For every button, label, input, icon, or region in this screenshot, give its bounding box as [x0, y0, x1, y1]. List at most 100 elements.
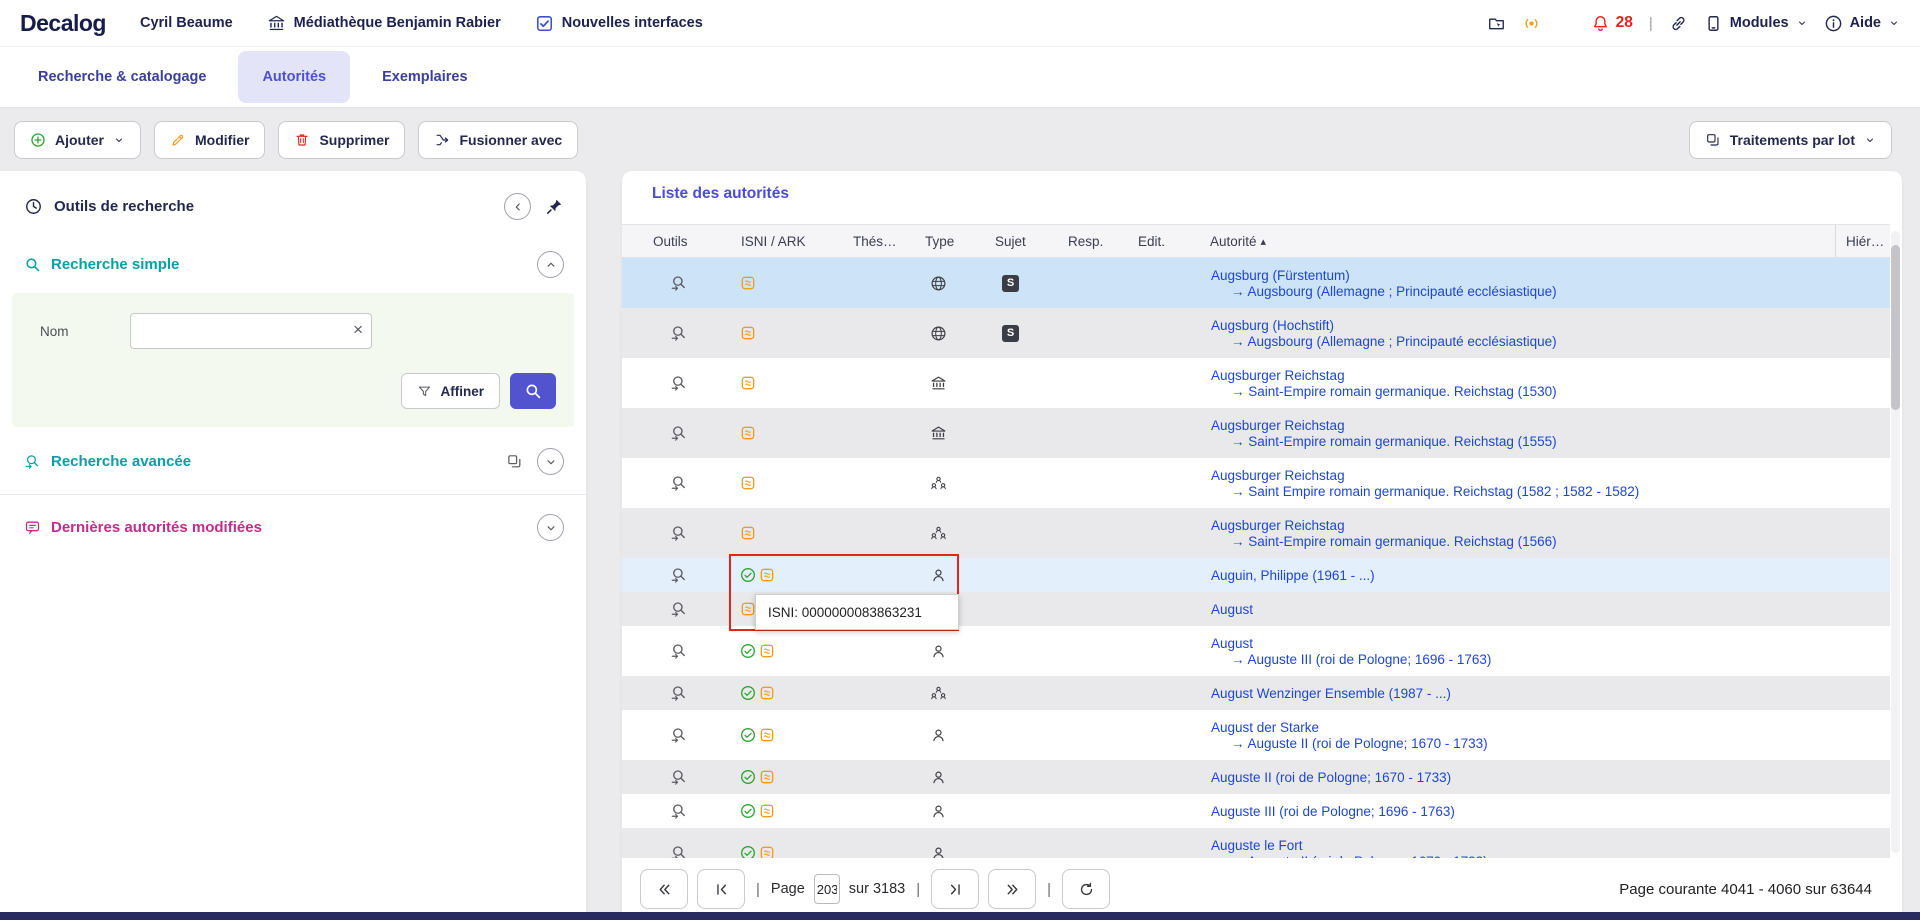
name-input[interactable] — [130, 313, 372, 349]
authority-link[interactable]: Augsburg (Hochstift) — [1211, 318, 1334, 333]
expand-section-button[interactable] — [537, 448, 564, 475]
tab-recherche-catalogage[interactable]: Recherche & catalogage — [14, 51, 230, 103]
ark-icon[interactable] — [759, 643, 775, 659]
ark-icon[interactable] — [759, 567, 775, 583]
authority-link[interactable]: Auguste III (roi de Pologne; 1696 - 1763… — [1211, 804, 1455, 819]
pin-icon[interactable] — [545, 197, 564, 216]
col-autorite[interactable]: Autorité ▴ — [1205, 225, 1835, 257]
isni-valid-icon[interactable] — [740, 769, 756, 785]
table-row[interactable]: S Augsburg (Hochstift) → Augsbourg (Alle… — [622, 308, 1890, 358]
col-isni-ark[interactable]: ISNI / ARK — [736, 225, 848, 257]
advanced-search-header[interactable]: Recherche avancée — [51, 453, 191, 470]
delete-button[interactable]: Supprimer — [278, 121, 405, 159]
authority-link[interactable]: August Wenzinger Ensemble (1987 - ...) — [1211, 686, 1451, 701]
authority-link[interactable]: Augsburger Reichstag — [1211, 368, 1345, 383]
ark-icon[interactable] — [759, 845, 775, 858]
search-bounce-icon[interactable] — [670, 726, 688, 744]
search-bounce-icon[interactable] — [670, 474, 688, 492]
authority-link[interactable]: Augsburger Reichstag — [1211, 468, 1345, 483]
authority-sublink[interactable]: → Auguste III (roi de Pologne; 1696 - 17… — [1231, 652, 1491, 667]
table-row[interactable]: Augsburger Reichstag → Saint Empire roma… — [622, 458, 1890, 508]
authority-link[interactable]: Auguin, Philippe (1961 - ...) — [1211, 568, 1375, 583]
table-row[interactable]: Auguin, Philippe (1961 - ...) — [622, 558, 1890, 592]
isni-valid-icon[interactable] — [740, 803, 756, 819]
collapse-panel-button[interactable] — [504, 193, 531, 220]
clear-input-button[interactable]: × — [353, 320, 363, 340]
table-row[interactable]: Augsburger Reichstag → Saint-Empire roma… — [622, 408, 1890, 458]
page-input[interactable] — [814, 874, 840, 904]
authority-sublink[interactable]: → Saint-Empire romain germanique. Reichs… — [1231, 534, 1557, 549]
tab-autorites[interactable]: Autorités — [238, 51, 350, 103]
search-bounce-icon[interactable] — [670, 768, 688, 786]
refresh-button[interactable] — [1062, 869, 1110, 909]
tab-exemplaires[interactable]: Exemplaires — [358, 51, 491, 103]
link-icon[interactable] — [1669, 14, 1688, 33]
authority-link[interactable]: August — [1211, 636, 1253, 651]
table-row[interactable]: August — [622, 592, 1890, 626]
ark-icon[interactable] — [759, 769, 775, 785]
search-bounce-icon[interactable] — [670, 844, 688, 858]
screen-share-icon[interactable] — [1487, 14, 1506, 33]
library-selector[interactable]: Médiathèque Benjamin Rabier — [267, 14, 501, 33]
batch-processing-button[interactable]: Traitements par lot — [1689, 121, 1892, 159]
expand-section-button[interactable] — [537, 514, 564, 541]
table-row[interactable]: Augsburger Reichstag → Saint-Empire roma… — [622, 508, 1890, 558]
authority-sublink[interactable]: → Saint-Empire romain germanique. Reichs… — [1231, 434, 1557, 449]
col-thesaurus[interactable]: Thés… — [848, 225, 920, 257]
ark-icon[interactable] — [759, 803, 775, 819]
page-prev-set-button[interactable] — [640, 869, 688, 909]
isni-valid-icon[interactable] — [740, 567, 756, 583]
help-menu[interactable]: Aide — [1824, 14, 1900, 33]
isni-valid-icon[interactable] — [740, 643, 756, 659]
ark-icon[interactable] — [740, 275, 756, 291]
merge-button[interactable]: Fusionner avec — [418, 121, 578, 159]
table-row[interactable]: Augsburger Reichstag → Saint-Empire roma… — [622, 358, 1890, 408]
table-row[interactable]: Auguste II (roi de Pologne; 1670 - 1733) — [622, 760, 1890, 794]
col-resp[interactable]: Resp. — [1063, 225, 1133, 257]
ark-icon[interactable] — [759, 685, 775, 701]
authority-link[interactable]: Augsburger Reichstag — [1211, 418, 1345, 433]
authority-sublink[interactable]: → Auguste II (roi de Pologne; 1670 - 173… — [1231, 736, 1488, 751]
search-bounce-icon[interactable] — [670, 684, 688, 702]
scrollbar-thumb[interactable] — [1891, 245, 1900, 410]
ark-icon[interactable] — [740, 375, 756, 391]
authority-link[interactable]: August — [1211, 602, 1253, 617]
authority-link[interactable]: Auguste le Fort — [1211, 838, 1303, 853]
notifications-button[interactable]: 28 — [1591, 14, 1633, 33]
simple-search-header[interactable]: Recherche simple — [51, 256, 179, 273]
table-row[interactable]: Auguste III (roi de Pologne; 1696 - 1763… — [622, 794, 1890, 828]
table-row[interactable]: August Wenzinger Ensemble (1987 - ...) — [622, 676, 1890, 710]
modules-menu[interactable]: Modules — [1704, 14, 1808, 33]
table-row[interactable]: August der Starke → Auguste II (roi de P… — [622, 710, 1890, 760]
col-hierarchie[interactable]: Hiér… — [1835, 225, 1890, 257]
search-bounce-icon[interactable] — [670, 324, 688, 342]
authority-sublink[interactable]: → Augsbourg (Allemagne ; Principauté ecc… — [1231, 334, 1557, 349]
page-last-button[interactable] — [931, 869, 979, 909]
search-bounce-icon[interactable] — [670, 274, 688, 292]
search-bounce-icon[interactable] — [670, 802, 688, 820]
isni-valid-icon[interactable] — [740, 845, 756, 858]
ark-icon[interactable] — [759, 727, 775, 743]
user-name[interactable]: Cyril Beaume — [140, 15, 233, 31]
search-bounce-icon[interactable] — [670, 524, 688, 542]
edit-button[interactable]: Modifier — [154, 121, 265, 159]
vertical-scrollbar[interactable] — [1891, 231, 1900, 853]
search-button[interactable] — [510, 373, 556, 409]
authority-link[interactable]: Augsburg (Fürstentum) — [1211, 268, 1350, 283]
page-first-button[interactable] — [697, 869, 745, 909]
search-bounce-icon[interactable] — [670, 600, 688, 618]
ark-icon[interactable] — [740, 475, 756, 491]
table-row[interactable]: Auguste le Fort → Auguste II (roi de Pol… — [622, 828, 1890, 858]
add-button[interactable]: Ajouter — [14, 121, 141, 159]
collapse-section-button[interactable] — [537, 251, 564, 278]
ark-icon[interactable] — [740, 325, 756, 341]
table-row[interactable]: August → Auguste III (roi de Pologne; 16… — [622, 626, 1890, 676]
search-bounce-icon[interactable] — [670, 566, 688, 584]
beacon-icon[interactable] — [1522, 14, 1541, 33]
col-outils[interactable]: Outils — [648, 225, 736, 257]
table-row[interactable]: S Augsburg (Fürstentum) → Augsbourg (All… — [622, 258, 1890, 308]
authority-link[interactable]: August der Starke — [1211, 720, 1319, 735]
ark-icon[interactable] — [740, 525, 756, 541]
app-logo[interactable]: Decalog — [20, 10, 106, 37]
authority-link[interactable]: Auguste II (roi de Pologne; 1670 - 1733) — [1211, 770, 1451, 785]
